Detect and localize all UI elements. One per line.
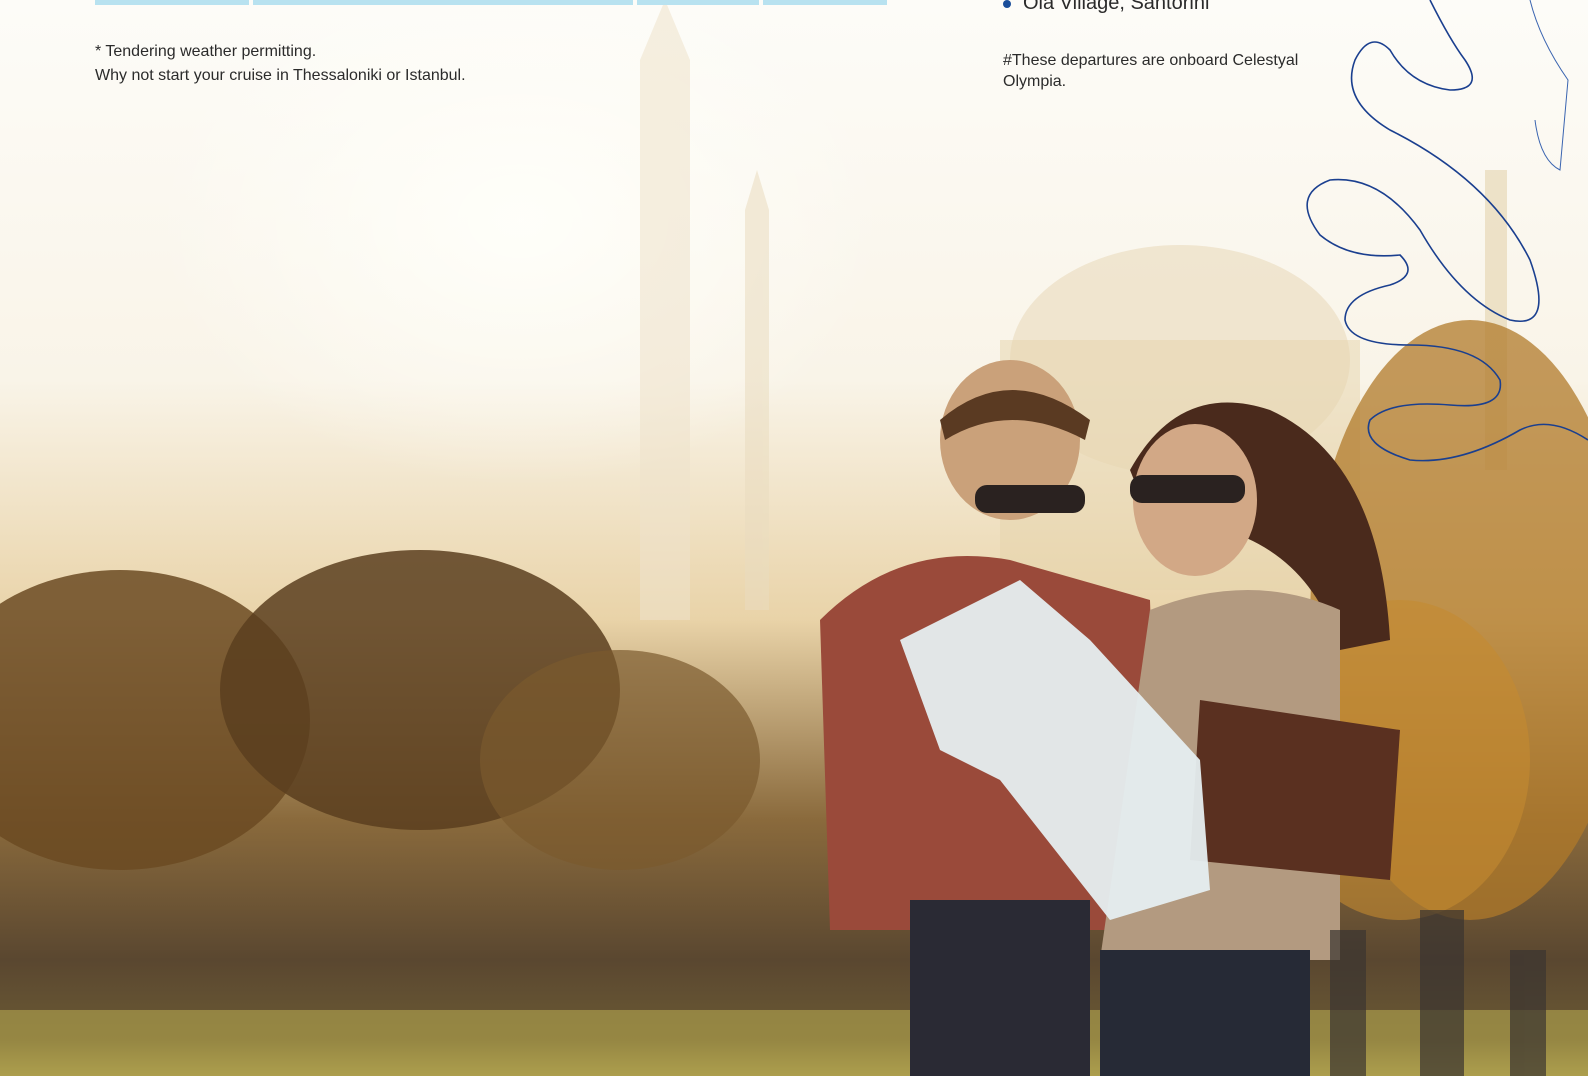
departures-note: #These departures are onboard Celestyal … — [1003, 52, 1299, 90]
decorative-swirl-icon — [1306, 0, 1588, 462]
tendering-footnote: * Tendering weather permitting. — [95, 43, 317, 60]
list-item-label: Oia Village, Santorini — [1023, 0, 1210, 14]
table-bottom-cell — [763, 0, 887, 5]
table-bottom-cell — [253, 0, 633, 5]
bullet-icon — [1003, 0, 1011, 8]
table-bottom-cell — [637, 0, 759, 5]
table-bottom-cell — [95, 0, 249, 5]
footnotes: * Tendering weather permitting. Why not … — [95, 40, 466, 88]
alternative-start-footnote: Why not start your cruise in Thessalonik… — [95, 67, 466, 84]
distant-people — [1330, 910, 1546, 1076]
list-item: Oia Village, Santorini — [1003, 0, 1209, 15]
